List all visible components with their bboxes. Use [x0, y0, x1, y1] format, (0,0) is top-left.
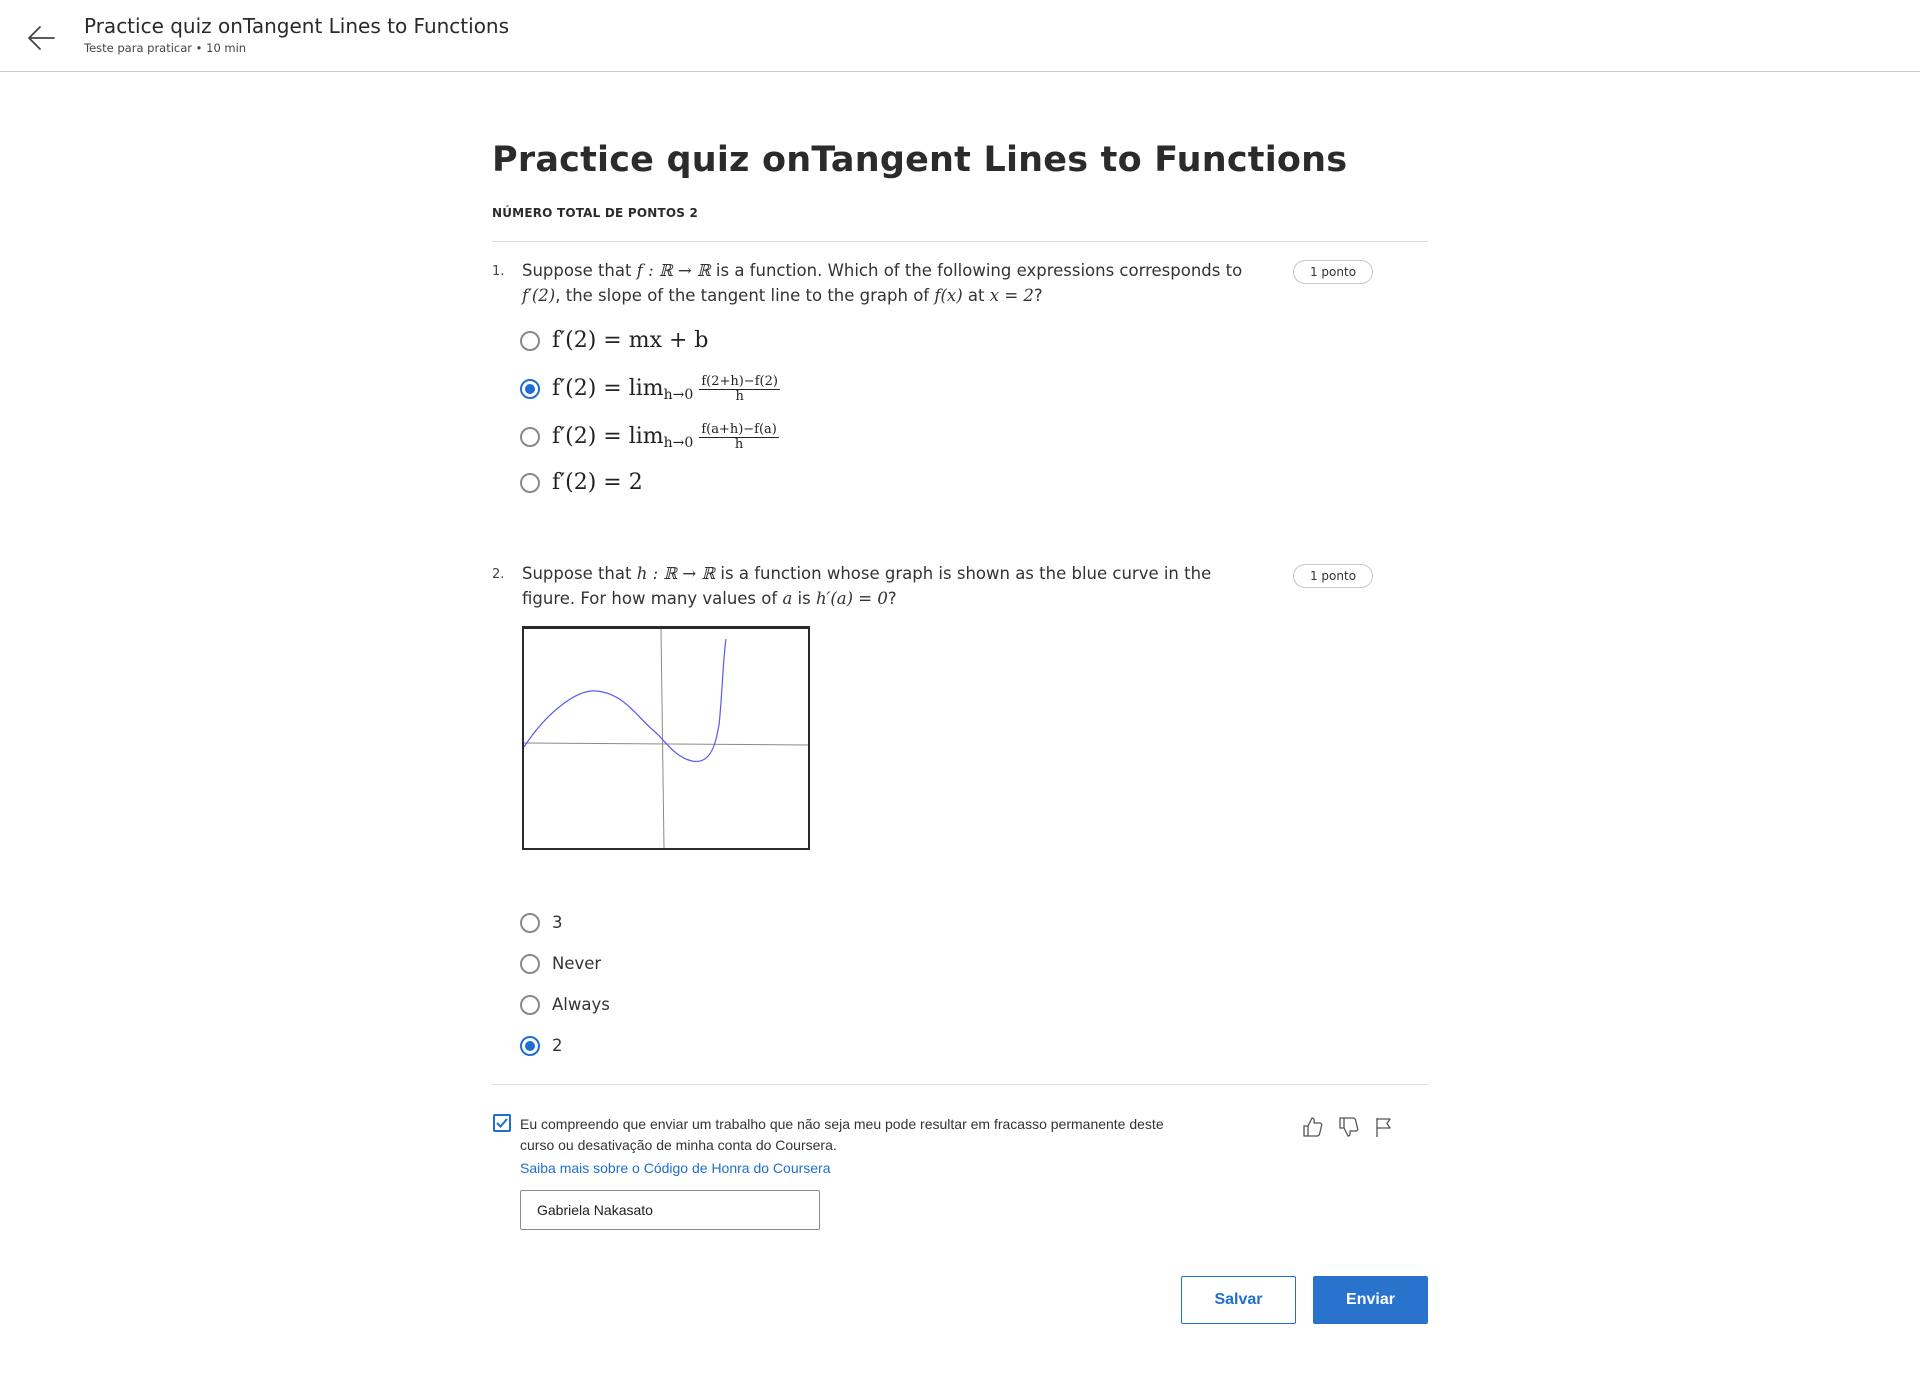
- points-badge: 1 ponto: [1293, 564, 1373, 588]
- option-label: f′(2) = limh→0 f(2+h)−f(2) h: [552, 373, 780, 404]
- answer-option[interactable]: 2: [520, 1031, 620, 1061]
- back-button[interactable]: [24, 20, 60, 56]
- thumbs-down-icon[interactable]: [1337, 1115, 1361, 1139]
- points-badge: 1 ponto: [1293, 260, 1373, 284]
- answer-option[interactable]: 3: [520, 908, 620, 938]
- radio-button-selected[interactable]: [520, 1036, 540, 1056]
- header-subtitle: Teste para praticar • 10 min: [84, 41, 247, 55]
- divider: [492, 1084, 1428, 1085]
- option-label: f′(2) = limh→0 f(a+h)−f(a) h: [552, 421, 779, 452]
- answer-option[interactable]: f′(2) = mx + b: [520, 326, 920, 356]
- answer-option[interactable]: Always: [520, 990, 640, 1020]
- radio-button[interactable]: [520, 995, 540, 1015]
- full-name-input[interactable]: Gabriela Nakasato: [520, 1190, 820, 1230]
- radio-button-selected[interactable]: [520, 379, 540, 399]
- submit-button[interactable]: Enviar: [1313, 1276, 1428, 1324]
- answer-option[interactable]: f′(2) = 2: [520, 468, 920, 498]
- page-title: Practice quiz onTangent Lines to Functio…: [492, 140, 1348, 180]
- total-points: NÚMERO TOTAL DE PONTOS 2: [492, 206, 699, 220]
- save-button[interactable]: Salvar: [1181, 1276, 1296, 1324]
- radio-button[interactable]: [520, 473, 540, 493]
- answer-option[interactable]: f′(2) = limh→0 f(a+h)−f(a) h: [520, 417, 920, 457]
- question-text: Suppose that f : ℝ → ℝ is a function. Wh…: [522, 261, 1243, 305]
- check-icon: [496, 1118, 508, 1128]
- option-label: 2: [552, 1036, 563, 1055]
- divider: [492, 241, 1428, 242]
- option-label: f′(2) = mx + b: [552, 328, 709, 353]
- option-label: Always: [552, 995, 610, 1014]
- radio-button[interactable]: [520, 954, 540, 974]
- top-bar: Practice quiz onTangent Lines to Functio…: [0, 0, 1920, 72]
- honor-code-checkbox[interactable]: [493, 1114, 511, 1132]
- honor-code-text: Eu compreendo que enviar um trabalho que…: [520, 1116, 1164, 1153]
- option-label: f′(2) = 2: [552, 470, 643, 495]
- question-text: Suppose that h : ℝ → ℝ is a function who…: [522, 564, 1212, 608]
- question-number: 2.: [492, 567, 505, 582]
- radio-button[interactable]: [520, 331, 540, 351]
- answer-option[interactable]: Never: [520, 949, 640, 979]
- question-number: 1.: [492, 264, 505, 279]
- honor-code-link[interactable]: Saiba mais sobre o Código de Honra do Co…: [520, 1160, 831, 1176]
- option-label: 3: [552, 913, 563, 932]
- header-title: Practice quiz onTangent Lines to Functio…: [84, 14, 510, 38]
- answer-option[interactable]: f′(2) = limh→0 f(2+h)−f(2) h: [520, 369, 920, 409]
- graph-plot: [523, 628, 809, 849]
- arrow-left-icon: [28, 26, 55, 50]
- radio-button[interactable]: [520, 427, 540, 447]
- thumbs-up-icon[interactable]: [1301, 1115, 1325, 1139]
- function-graph-figure: [522, 626, 810, 850]
- flag-icon[interactable]: [1372, 1115, 1396, 1139]
- option-label: Never: [552, 954, 602, 973]
- radio-button[interactable]: [520, 913, 540, 933]
